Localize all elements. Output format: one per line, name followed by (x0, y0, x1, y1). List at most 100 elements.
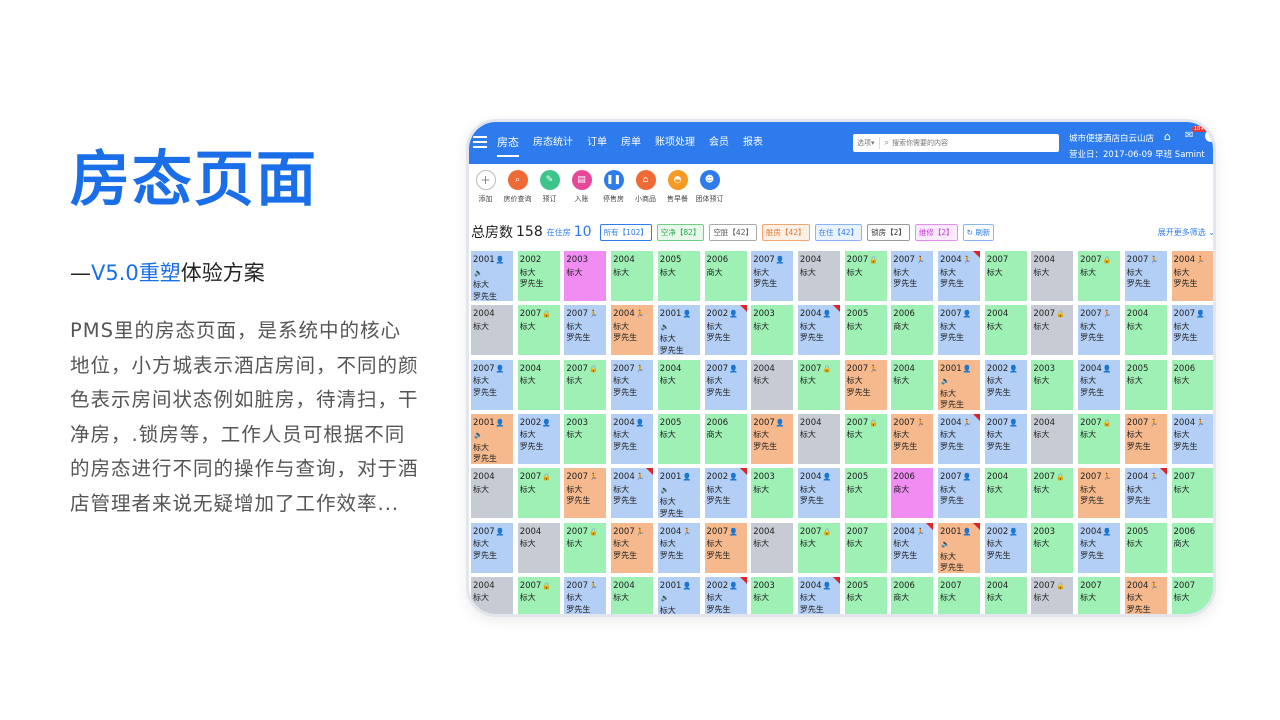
room-tile[interactable]: 2004🏃 标大 罗先生 (938, 413, 980, 464)
room-tile[interactable]: 2007 标大 (1171, 468, 1213, 519)
room-tile[interactable]: 2007🏃 标大 罗先生 (891, 413, 934, 464)
room-tile[interactable]: 2007 标大 (844, 522, 887, 573)
room-tile[interactable]: 2005 标大 (1124, 522, 1167, 573)
nav-room-stats[interactable]: 房态统计 (533, 122, 573, 164)
refresh-button[interactable]: ↻ 刷新 (962, 223, 995, 241)
room-tile[interactable]: 2007🔒 标大 (517, 468, 560, 519)
room-tile[interactable]: 2007🏃 标大 罗先生 (611, 522, 654, 573)
room-tile[interactable]: 2007🏃 标大 罗先生 (844, 359, 887, 410)
nav-room-bills[interactable]: 房单 (621, 122, 641, 164)
room-tile[interactable]: 2007👤 标大 罗先生 (751, 251, 794, 301)
room-tile[interactable]: 2007🏃 标大 罗先生 (1124, 413, 1167, 464)
room-tile[interactable]: 2005 标大 (657, 251, 700, 301)
nav-accounts[interactable]: 账项处理 (655, 122, 695, 164)
room-tile[interactable]: 2004 标大 (517, 522, 560, 573)
room-tile[interactable]: 2004 标大 (984, 468, 1027, 519)
room-tile[interactable]: 2004👤 标大 罗先生 (797, 468, 840, 519)
room-tile[interactable]: 2005 标大 (844, 305, 887, 356)
room-tile[interactable]: 2004 标大 (1031, 413, 1074, 464)
room-tile[interactable]: 2002👤 标大 罗先生 (984, 522, 1027, 573)
room-tile[interactable]: 2007🔒 标大 (1078, 251, 1121, 301)
room-tile[interactable]: 2007 标大 (938, 576, 980, 614)
room-tile[interactable]: 2006 商大 (891, 468, 934, 519)
room-tile[interactable]: 2005 标大 (844, 468, 887, 519)
room-tile[interactable]: 2007🏃 标大 罗先生 (611, 359, 654, 410)
room-tile[interactable]: 2007🔒 标大 (1031, 576, 1074, 614)
room-tile[interactable]: 2007🔒 标大 (517, 576, 560, 614)
room-tile[interactable]: 2006 标大 (1171, 359, 1213, 410)
room-tile[interactable]: 2007👤 标大 罗先生 (471, 522, 513, 573)
filter-vacant-dirty[interactable]: 空脏【42】 (709, 223, 757, 241)
room-tile[interactable]: 2007🏃 标大 罗先生 (1124, 251, 1167, 301)
room-tile[interactable]: 2004🏃 标大 罗先生 (611, 468, 654, 519)
room-tile[interactable]: 2005 标大 (844, 576, 887, 614)
room-tile[interactable]: 2004👤 标大 罗先生 (611, 413, 654, 464)
menu-icon[interactable] (473, 136, 487, 148)
room-tile[interactable]: 2001👤 🔈 标大罗先生 (938, 359, 980, 410)
room-tile[interactable]: 2002👤 标大 罗先生 (704, 576, 747, 614)
room-tile[interactable]: 2007🔒 标大 (797, 359, 840, 410)
room-tile[interactable]: 2007👤 标大 罗先生 (984, 413, 1027, 464)
room-tile[interactable]: 2007👤 标大 罗先生 (938, 468, 980, 519)
room-tile[interactable]: 2007 标大 (1078, 576, 1121, 614)
room-tile[interactable]: 2002👤 标大 罗先生 (517, 413, 560, 464)
more-filters-link[interactable]: 展开更多筛选 ⌄ (1158, 227, 1213, 238)
room-tile[interactable]: 2007👤 标大 罗先生 (471, 359, 513, 410)
room-tile[interactable]: 2007🏃 标大 罗先生 (564, 305, 607, 356)
room-tile[interactable]: 2004 标大 (891, 359, 934, 410)
room-tile[interactable]: 2004 标大 (984, 305, 1027, 356)
room-tile[interactable]: 2007🔒 标大 (564, 522, 607, 573)
room-tile[interactable]: 2007 标大 (984, 251, 1027, 301)
room-tile[interactable]: 2007👤 标大 罗先生 (751, 413, 794, 464)
room-tile[interactable]: 2006 商大 (891, 576, 934, 614)
filter-vacant-clean[interactable]: 空净【82】 (656, 223, 705, 241)
room-tile[interactable]: 2002 标大 罗先生 (517, 251, 560, 301)
room-tile[interactable]: 2007👤 标大 罗先生 (1171, 305, 1213, 356)
room-tile[interactable]: 2001👤 🔈 标大罗先生 (471, 413, 513, 464)
room-tile[interactable]: 2007👤 标大 罗先生 (704, 522, 747, 573)
room-tile[interactable]: 2007🔒 标大 (844, 413, 887, 464)
room-tile[interactable]: 2001👤 🔈 标大罗先生 (657, 576, 700, 614)
room-tile[interactable]: 2007🏃 标大 罗先生 (1078, 305, 1121, 356)
room-tile[interactable]: 2003 标大 (751, 468, 794, 519)
toolbar-breakfast-button[interactable]: ◓ 售早餐 (662, 167, 693, 209)
room-tile[interactable]: 2004 标大 (797, 251, 840, 301)
mail-icon[interactable]: ✉ (1185, 130, 1193, 141)
room-tile[interactable]: 2004🏃 标大 罗先生 (1124, 576, 1167, 614)
room-tile[interactable]: 2006 商大 (704, 251, 747, 301)
room-tile[interactable]: 2002👤 标大 罗先生 (704, 305, 747, 356)
room-tile[interactable]: 2005 标大 (1124, 359, 1167, 410)
nav-room-status[interactable]: 房态 (497, 122, 519, 164)
room-tile[interactable]: 2004🏃 标大 罗先生 (891, 522, 934, 573)
room-tile[interactable]: 2007🔒 标大 (1078, 413, 1121, 464)
toolbar-shop-button[interactable]: ⌂ 小商品 (630, 167, 661, 209)
room-tile[interactable]: 2003 标大 (1031, 359, 1074, 410)
room-tile[interactable]: 2007🔒 标大 (844, 251, 887, 301)
room-tile[interactable]: 2004 标大 (797, 413, 840, 464)
room-tile[interactable]: 2003 标大 (751, 576, 794, 614)
room-tile[interactable]: 2006 商大 (704, 413, 747, 464)
room-tile[interactable]: 2004 标大 (517, 359, 560, 410)
filter-dirty[interactable]: 脏房【42】 (761, 223, 810, 241)
room-tile[interactable]: 2001👤 🔈 标大罗先生 (657, 305, 700, 356)
room-tile[interactable]: 2003 标大 (564, 251, 607, 301)
nav-reports[interactable]: 报表 (743, 122, 763, 164)
room-tile[interactable]: 2007🔒 标大 (564, 359, 607, 410)
room-tile[interactable]: 2004 标大 (471, 305, 513, 356)
toolbar-group-booking-button[interactable]: ☻ 团体预订 (694, 167, 725, 209)
room-tile[interactable]: 2004🏃 标大 罗先生 (657, 522, 700, 573)
toolbar-booking-button[interactable]: ✎ 预订 (534, 167, 565, 209)
room-tile[interactable]: 2004👤 标大 罗先生 (797, 576, 840, 614)
room-tile[interactable]: 2007🏃 标大 罗先生 (564, 468, 607, 519)
room-tile[interactable]: 2007🏃 标大 罗先生 (891, 251, 934, 301)
room-tile[interactable]: 2004 标大 (1031, 251, 1074, 301)
room-tile[interactable]: 2004 标大 (611, 576, 654, 614)
toolbar-plus-button[interactable]: + 添加 (470, 167, 501, 209)
nav-members[interactable]: 会员 (709, 122, 729, 164)
room-tile[interactable]: 2004👤 标大 罗先生 (1078, 522, 1121, 573)
room-tile[interactable]: 2003 标大 (1031, 522, 1074, 573)
room-tile[interactable]: 2003 标大 (751, 305, 794, 356)
room-tile[interactable]: 2001👤 🔈 标大罗先生 (938, 522, 980, 573)
room-tile[interactable]: 2002👤 标大 罗先生 (984, 359, 1027, 410)
room-tile[interactable]: 2004👤 标大 罗先生 (797, 305, 840, 356)
